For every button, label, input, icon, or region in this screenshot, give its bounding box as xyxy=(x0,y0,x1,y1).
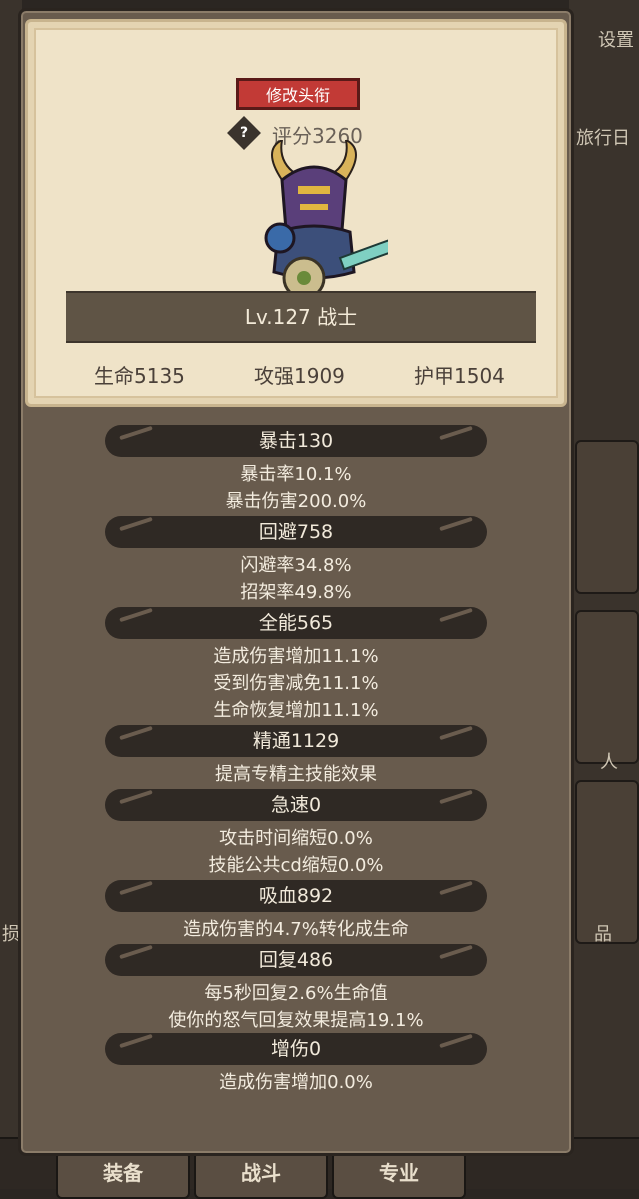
armor-stat: 护甲1504 xyxy=(414,364,505,388)
background-label: 人 xyxy=(600,752,618,773)
character-card: 修改头衔 ? 评分3260 Lv.127 战士 生命5135 攻强1909 护甲… xyxy=(25,19,567,407)
background-equipment-button[interactable]: 装备 xyxy=(56,1151,190,1199)
attribute-header: 精通1129 xyxy=(105,725,487,757)
level-class-bar: Lv.127 战士 xyxy=(66,291,536,343)
attribute-line: 每5秒回复2.6%生命值 xyxy=(204,983,388,1004)
edit-title-button[interactable]: 修改头衔 xyxy=(236,78,360,110)
attribute-line: 提高专精主技能效果 xyxy=(215,764,377,785)
attribute-line: 造成伤害的4.7%转化成生命 xyxy=(183,919,409,940)
background-battle-button[interactable]: 战斗 xyxy=(194,1151,328,1199)
attribute-header: 全能565 xyxy=(105,607,487,639)
background-profession-button[interactable]: 专业 xyxy=(332,1151,466,1199)
attribute-header: 回避758 xyxy=(105,516,487,548)
attribute-header: 增伤0 xyxy=(105,1033,487,1065)
attribute-line: 闪避率34.8% xyxy=(240,555,352,576)
background-right-strip xyxy=(569,0,639,1189)
attack-stat: 攻强1909 xyxy=(254,364,345,388)
warrior-avatar xyxy=(264,140,388,300)
attribute-line: 造成伤害增加0.0% xyxy=(219,1072,373,1093)
attribute-line: 暴击伤害200.0% xyxy=(225,491,367,512)
attribute-line: 招架率49.8% xyxy=(240,582,352,603)
attribute-line: 造成伤害增加11.1% xyxy=(213,646,379,667)
character-stats-panel: 修改头衔 ? 评分3260 Lv.127 战士 生命5135 攻强1909 护甲… xyxy=(18,8,574,1156)
attribute-line: 暴击率10.1% xyxy=(240,464,352,485)
attribute-header: 暴击130 xyxy=(105,425,487,457)
attribute-line: 攻击时间缩短0.0% xyxy=(219,828,373,849)
background-label: 品 xyxy=(594,924,612,945)
attribute-line: 使你的怒气回复效果提高19.1% xyxy=(168,1010,424,1031)
background-settings-label[interactable]: 设置 xyxy=(598,26,634,52)
attribute-header: 回复486 xyxy=(105,944,487,976)
background-tile xyxy=(575,440,639,594)
hp-stat: 生命5135 xyxy=(94,364,185,388)
attribute-header: 急速0 xyxy=(105,789,487,821)
attribute-header: 吸血892 xyxy=(105,880,487,912)
background-journal-label[interactable]: 旅行日 xyxy=(576,124,630,150)
attribute-line: 技能公共cd缩短0.0% xyxy=(208,855,384,876)
attribute-line: 生命恢复增加11.1% xyxy=(213,700,379,721)
attribute-line: 受到伤害减免11.1% xyxy=(213,673,379,694)
background-tile xyxy=(575,610,639,764)
